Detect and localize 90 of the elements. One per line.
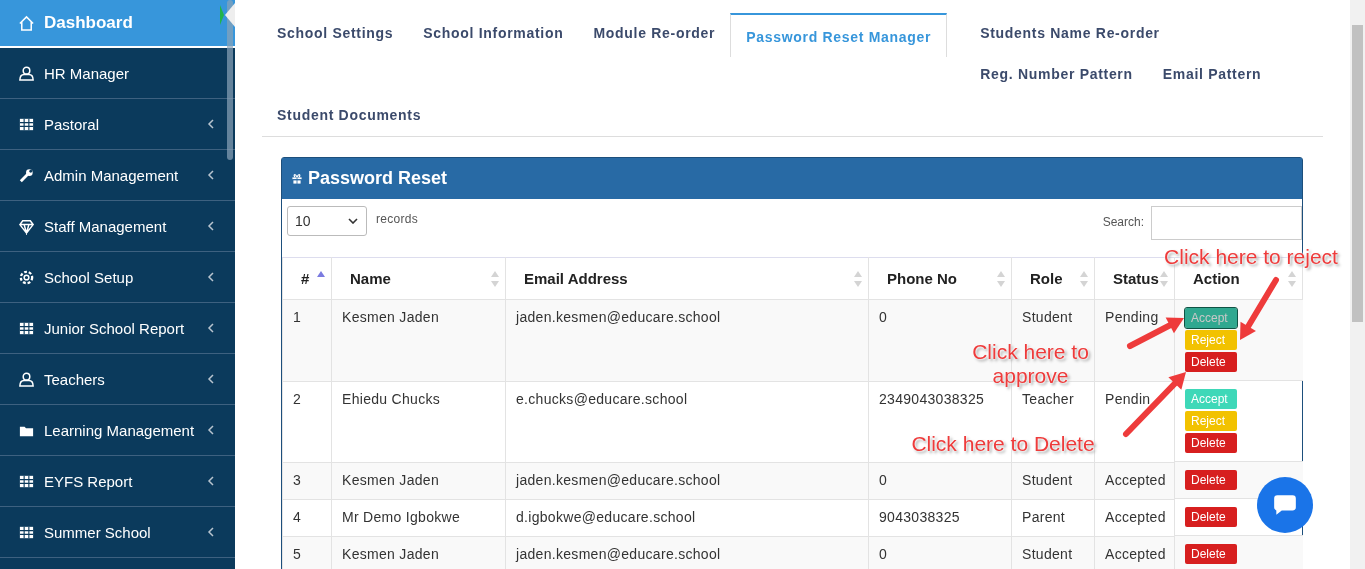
annotation-label: Click here to Delete — [910, 432, 1096, 456]
table-cell: 3 — [282, 462, 332, 499]
table-cell: Accepted — [1094, 536, 1175, 569]
tab[interactable]: School Settings — [262, 13, 409, 54]
chevron-left-icon — [207, 323, 215, 333]
table-cell: Mr Demo Igbokwe — [331, 499, 506, 536]
table-cell: Kesmen Jaden — [331, 536, 506, 569]
table-cell: Kesmen Jaden — [331, 462, 506, 499]
annotation-arrow — [1240, 277, 1279, 340]
delete-button[interactable]: Delete — [1185, 544, 1237, 564]
wrench-icon — [18, 166, 35, 184]
chat-icon — [1272, 492, 1298, 518]
home-icon — [18, 14, 35, 32]
sidebar-item[interactable]: Staff Management — [0, 201, 235, 252]
sidebar-item-label: Dashboard — [44, 13, 133, 33]
table-cell: Accepted — [1094, 499, 1175, 536]
delete-button[interactable]: Delete — [1185, 470, 1237, 490]
sidebar-item-label: Admin Management — [44, 166, 179, 184]
delete-button[interactable]: Delete — [1185, 433, 1237, 453]
chevron-left-icon — [207, 170, 215, 180]
sidebar-item[interactable]: Teachers — [0, 354, 235, 405]
tab[interactable]: School Information — [408, 13, 579, 54]
sidebar-scrollbar[interactable] — [227, 0, 233, 160]
page-size-select[interactable]: 10 — [287, 206, 367, 236]
tab[interactable]: Email Pattern — [1147, 54, 1277, 95]
sidebar-item-label: EYFS Report — [44, 472, 133, 490]
sidebar-item[interactable]: Learning Management — [0, 405, 235, 456]
table-cell: Pending — [1094, 299, 1175, 381]
annotation-label: Click here to approve — [971, 340, 1090, 388]
active-pointer-icon — [219, 3, 235, 27]
records-label: records — [376, 212, 419, 226]
delete-button[interactable]: Delete — [1185, 352, 1237, 372]
sidebar-item-label: School Setup — [44, 268, 134, 286]
table-cell: jaden.kesmen@educare.school — [505, 462, 869, 499]
tab[interactable]: Students Name Re-order — [965, 13, 1175, 54]
table-cell: 0 — [868, 462, 1012, 499]
column-header[interactable]: Name — [331, 257, 506, 300]
sidebar-item-label: Pastoral — [44, 115, 100, 133]
chevron-left-icon — [207, 119, 215, 129]
sidebar-item-label: Learning Management — [44, 421, 195, 439]
table-cell: 4 — [282, 499, 332, 536]
sidebar-item-label: Junior School Report — [44, 319, 185, 337]
table-cell: 2 — [282, 381, 332, 462]
gear-icon — [18, 268, 35, 286]
table-cell: 1 — [282, 299, 332, 381]
sidebar-item[interactable]: Junior School Report — [0, 303, 235, 354]
search-field[interactable] — [1151, 206, 1302, 240]
table-cell: 5 — [282, 536, 332, 569]
chevron-left-icon — [207, 425, 215, 435]
table-cell: Accepted — [1094, 462, 1175, 499]
tab[interactable]: Student Documents — [262, 95, 437, 136]
table-cell: Student — [1011, 536, 1095, 569]
search-label: Search: — [1102, 215, 1144, 229]
table-cell: e.chucks@educare.school — [505, 381, 869, 462]
column-header[interactable]: Role — [1011, 257, 1095, 300]
chevron-left-icon — [207, 527, 215, 537]
chevron-left-icon — [207, 476, 215, 486]
sidebar-item-label: Summer School — [44, 523, 151, 541]
table-cell: 0 — [868, 536, 1012, 569]
tab[interactable]: Module Re-order — [578, 13, 731, 54]
chevron-left-icon — [207, 272, 215, 282]
table-cell: Kesmen Jaden — [331, 299, 506, 381]
diamond-icon — [18, 217, 35, 235]
table-cell: jaden.kesmen@educare.school — [505, 536, 869, 569]
chevron-left-icon — [207, 374, 215, 384]
user-icon — [18, 64, 35, 82]
chevron-left-icon — [207, 221, 215, 231]
table-cell: Student — [1011, 462, 1095, 499]
table-cell: jaden.kesmen@educare.school — [505, 299, 869, 381]
user-icon — [18, 370, 35, 388]
sidebar-item[interactable]: Summer School — [0, 507, 235, 558]
column-header[interactable]: Email Address — [505, 257, 869, 300]
caret-icon — [348, 218, 358, 224]
column-header[interactable]: # — [282, 257, 332, 300]
column-header[interactable]: Phone No — [868, 257, 1012, 300]
table-cell: d.igbokwe@educare.school — [505, 499, 869, 536]
chat-button[interactable] — [1257, 477, 1313, 533]
table-cell: Parent — [1011, 499, 1095, 536]
sidebar-item-label: Teachers — [44, 370, 105, 388]
gift-icon — [291, 172, 303, 185]
delete-button[interactable]: Delete — [1185, 507, 1237, 527]
sidebar-item-label: HR Manager — [44, 64, 130, 82]
page-scrollbar[interactable] — [1350, 0, 1365, 569]
sidebar-item[interactable]: EYFS Report — [0, 456, 235, 507]
sidebar-item-label: Staff Management — [44, 217, 167, 235]
sidebar-item[interactable]: School Setup — [0, 252, 235, 303]
table-cell: 9043038325 — [868, 499, 1012, 536]
table-cell: Ehiedu Chucks — [331, 381, 506, 462]
tab[interactable]: Reg. Number Pattern — [965, 54, 1148, 95]
panel-title: Password Reset — [308, 168, 448, 189]
